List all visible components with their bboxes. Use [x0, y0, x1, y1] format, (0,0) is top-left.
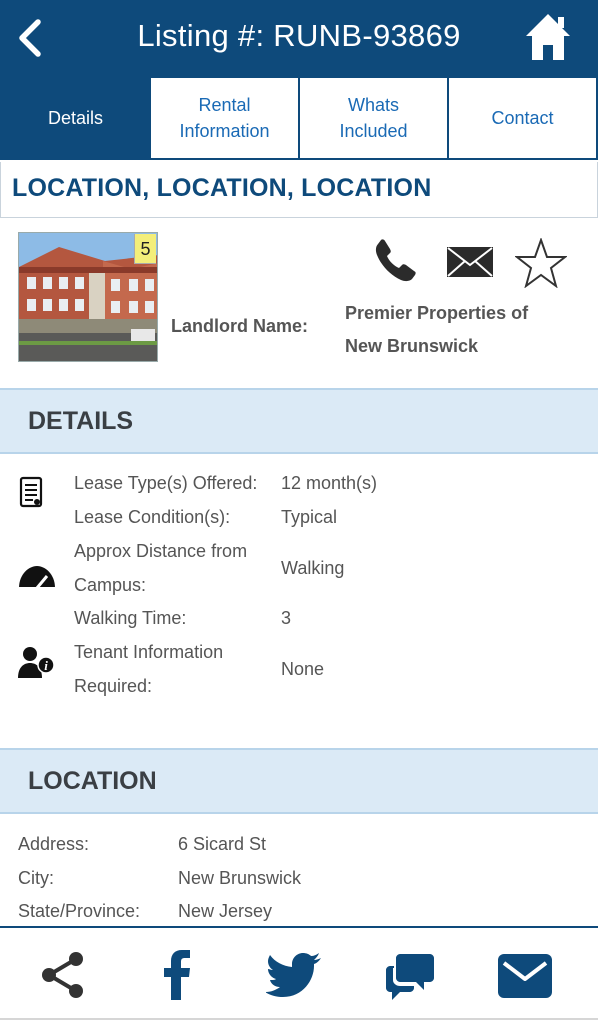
tab-contact[interactable]: Contact [449, 78, 596, 158]
twitter-button[interactable] [265, 952, 322, 1005]
app-header: Listing #: RUNB-93869 [0, 0, 598, 78]
detail-value: 3 [281, 608, 292, 628]
facebook-icon [164, 950, 190, 1000]
detail-value: 12 month(s) [281, 473, 378, 493]
divider [0, 1018, 598, 1020]
tab-whats-included[interactable]: Whats Included [300, 78, 449, 158]
tab-label: Information [179, 121, 270, 141]
location-banner-title: LOCATION, LOCATION, LOCATION [12, 174, 432, 202]
chat-icon [386, 954, 434, 1000]
location-section-header: LOCATION [0, 748, 598, 814]
location-label: State/Province: [18, 901, 141, 921]
tenant-info-icon: i [18, 647, 55, 678]
details-heading: DETAILS [28, 407, 134, 435]
photo-count-badge: 5 [134, 234, 156, 264]
tab-label: Included [339, 121, 408, 141]
tab-label: Rental [198, 95, 251, 115]
location-heading: LOCATION [28, 767, 157, 795]
email-button[interactable] [446, 246, 494, 283]
lease-document-icon [19, 476, 43, 508]
location-label: Address: [18, 834, 90, 854]
facebook-button[interactable] [163, 950, 191, 1005]
detail-value: Typical [281, 507, 338, 527]
svg-text:i: i [44, 658, 48, 673]
twitter-icon [265, 953, 321, 997]
detail-label: Campus: [74, 575, 147, 595]
tab-bar: Details Rental Information Whats Include… [0, 78, 598, 160]
mail-button[interactable] [498, 954, 552, 1003]
location-value: New Brunswick [178, 868, 302, 888]
location-value: New Jersey [178, 901, 273, 921]
tab-details[interactable]: Details [2, 78, 151, 158]
speedometer-icon [17, 566, 57, 590]
share-icon [42, 952, 83, 998]
details-section-header: DETAILS [0, 388, 598, 454]
call-button[interactable] [372, 238, 418, 289]
detail-label: Lease Condition(s): [74, 507, 231, 527]
detail-label: Tenant Information [74, 642, 224, 662]
envelope-icon [447, 247, 493, 277]
detail-label: Walking Time: [74, 608, 187, 628]
favorite-button[interactable] [514, 236, 568, 293]
star-icon [514, 236, 568, 289]
property-photo[interactable]: 5 [18, 232, 158, 362]
comments-button[interactable] [384, 952, 436, 1007]
home-icon [526, 14, 570, 60]
tab-label: Whats [347, 95, 399, 115]
tab-rental-information[interactable]: Rental Information [151, 78, 300, 158]
tab-label: Contact [491, 108, 554, 128]
page-title: Listing #: RUNB-93869 [137, 18, 461, 53]
landlord-label: Landlord Name: [171, 316, 309, 336]
mail-icon [498, 954, 552, 998]
share-button[interactable] [40, 950, 86, 1005]
location-label: City: [18, 868, 54, 888]
detail-label: Approx Distance from [74, 541, 248, 561]
phone-icon [375, 239, 416, 282]
detail-label: Required: [74, 676, 153, 696]
landlord-name: Premier Properties of New Brunswick [345, 297, 575, 363]
detail-value: Walking [281, 558, 345, 578]
location-banner: LOCATION, LOCATION, LOCATION [0, 162, 598, 218]
landlord-name-line: Premier Properties of [345, 303, 529, 323]
location-value: 6 Sicard St [178, 834, 267, 854]
tab-label: Details [47, 108, 104, 128]
home-button[interactable] [524, 12, 572, 62]
listing-summary: 5 Landlord Name: Premier Properties of N… [0, 218, 598, 388]
landlord-name-line: New Brunswick [345, 336, 479, 356]
detail-value: None [281, 659, 325, 679]
detail-label: Lease Type(s) Offered: [74, 473, 258, 493]
share-bar [0, 926, 598, 1024]
